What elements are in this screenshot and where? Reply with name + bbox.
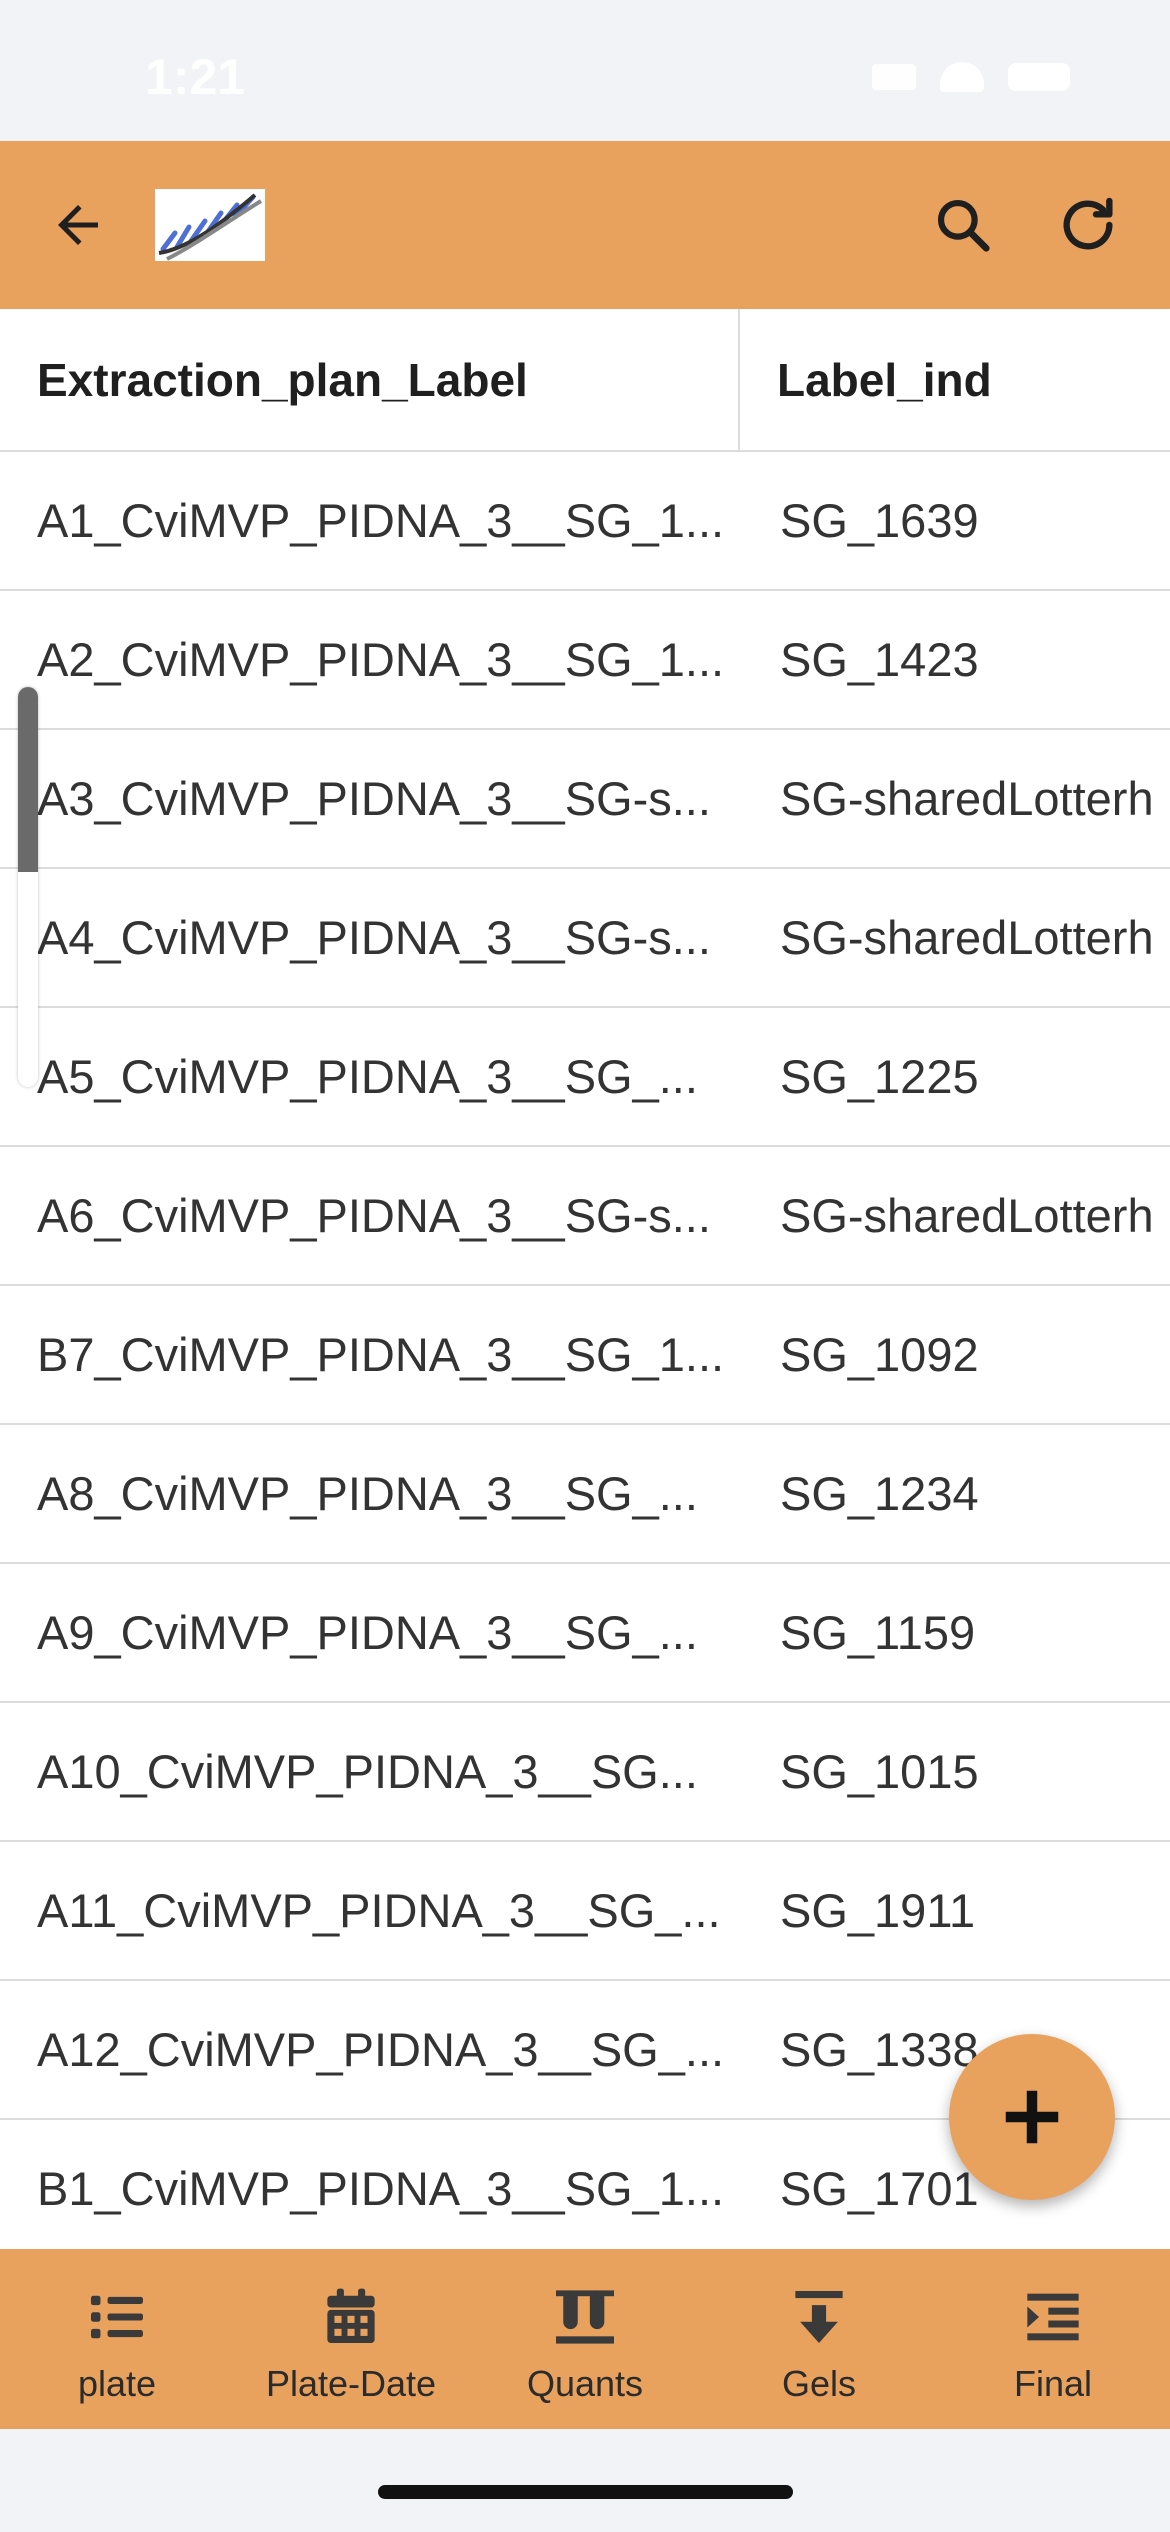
nav-item-plate-date[interactable]: Plate-Date xyxy=(234,2249,468,2429)
cell-label-ind: SG_1234 xyxy=(780,1467,979,1520)
battery-icon xyxy=(1008,63,1070,91)
nav-item-final[interactable]: Final xyxy=(936,2249,1170,2429)
search-icon xyxy=(937,199,990,252)
home-indicator[interactable] xyxy=(378,2485,793,2499)
cell-extraction-plan-label: A1_CviMVP_PIDNA_3__SG_1... xyxy=(37,494,725,547)
nav-item-gels[interactable]: Gels xyxy=(702,2249,936,2429)
table-row[interactable]: A6_CviMVP_PIDNA_3__SG-s... SG-sharedLotte… xyxy=(0,1147,1170,1286)
table-row[interactable]: A5_CviMVP_PIDNA_3__SG_... SG_1225 xyxy=(0,1008,1170,1147)
wifi-icon xyxy=(940,62,984,92)
dna-helix-logo xyxy=(155,189,265,261)
status-time: 1:21 xyxy=(145,49,246,105)
table-row[interactable]: A4_CviMVP_PIDNA_3__SG-s... SG-sharedLotte… xyxy=(0,869,1170,1008)
status-icons xyxy=(872,62,1070,92)
table-row[interactable]: B7_CviMVP_PIDNA_3__SG_1... SG_1092 xyxy=(0,1286,1170,1425)
cell-label-ind: SG_1092 xyxy=(780,1328,979,1381)
table-row[interactable]: A10_CviMVP_PIDNA_3__SG... SG_1015 xyxy=(0,1703,1170,1842)
scrollbar[interactable] xyxy=(18,687,38,1087)
nav-label: Plate-Date xyxy=(265,2363,437,2404)
column-header-extraction-plan-label[interactable]: Extraction_plan_Label xyxy=(37,309,528,452)
cell-extraction-plan-label: A4_CviMVP_PIDNA_3__SG-s... xyxy=(37,911,711,964)
nav-item-plate[interactable]: plate xyxy=(0,2249,234,2429)
cell-label-ind: SG_1225 xyxy=(780,1050,979,1103)
cell-label-ind: SG_1423 xyxy=(780,633,979,686)
cell-extraction-plan-label: A11_CviMVP_PIDNA_3__SG_... xyxy=(37,1884,721,1937)
column-header-label-ind[interactable]: Label_ind xyxy=(777,309,992,452)
cell-label-ind: SG_1639 xyxy=(780,494,979,547)
table-body: A1_CviMVP_PIDNA_3__SG_1... SG_1639 A2_Cvi… xyxy=(0,452,1170,2249)
refresh-button[interactable] xyxy=(1040,177,1136,273)
app-bar xyxy=(0,141,1170,309)
nav-label: Quants xyxy=(526,2363,644,2404)
refresh-icon xyxy=(1063,197,1113,250)
download-icon xyxy=(787,2285,851,2349)
status-bar: 1:21 xyxy=(0,0,1170,141)
cell-extraction-plan-label: A9_CviMVP_PIDNA_3__SG_... xyxy=(37,1606,698,1659)
cell-extraction-plan-label: A6_CviMVP_PIDNA_3__SG-s... xyxy=(37,1189,711,1242)
cell-extraction-plan-label: A5_CviMVP_PIDNA_3__SG_... xyxy=(37,1050,698,1103)
cell-extraction-plan-label: A8_CviMVP_PIDNA_3__SG_... xyxy=(37,1467,698,1520)
column-divider[interactable] xyxy=(738,309,740,452)
nav-label: Gels xyxy=(781,2363,857,2404)
cell-label-ind: SG_1159 xyxy=(780,1606,976,1659)
data-table[interactable]: Extraction_plan_Label Label_ind A1_CviMV… xyxy=(0,309,1170,2249)
bottom-navigation: plate Plate-Date Quants Gels Final xyxy=(0,2249,1170,2429)
cellular-signal-icon xyxy=(872,64,916,90)
cell-extraction-plan-label: A12_CviMVP_PIDNA_3__SG_... xyxy=(37,2023,725,2076)
table-row[interactable]: A11_CviMVP_PIDNA_3__SG_... SG_1911 xyxy=(0,1842,1170,1981)
cell-label-ind: SG-sharedLotterh xyxy=(780,911,1154,964)
table-row[interactable]: A3_CviMVP_PIDNA_3__SG-s... SG-sharedLotte… xyxy=(0,730,1170,869)
test-tubes-icon xyxy=(553,2285,617,2349)
indent-icon xyxy=(1021,2285,1085,2349)
cell-label-ind: SG_1015 xyxy=(780,1745,979,1798)
cell-label-ind: SG_1911 xyxy=(780,1884,976,1937)
nav-item-quants[interactable]: Quants xyxy=(468,2249,702,2429)
cell-extraction-plan-label: B1_CviMVP_PIDNA_3__SG_1... xyxy=(37,2162,725,2215)
scrollbar-thumb[interactable] xyxy=(18,687,38,872)
search-button[interactable] xyxy=(915,177,1011,273)
cell-label-ind: SG-sharedLotterh xyxy=(780,1189,1154,1242)
calendar-icon xyxy=(319,2285,383,2349)
table-row[interactable]: A9_CviMVP_PIDNA_3__SG_... SG_1159 xyxy=(0,1564,1170,1703)
cell-extraction-plan-label: A2_CviMVP_PIDNA_3__SG_1... xyxy=(37,633,725,686)
home-indicator-area xyxy=(0,2429,1170,2532)
cell-label-ind: SG-sharedLotterh xyxy=(780,772,1154,825)
plus-icon xyxy=(1005,2090,1059,2144)
nav-label: plate xyxy=(77,2363,157,2404)
table-row[interactable]: A1_CviMVP_PIDNA_3__SG_1... SG_1639 xyxy=(0,452,1170,591)
list-icon xyxy=(85,2285,149,2349)
table-header: Extraction_plan_Label Label_ind xyxy=(0,309,1170,452)
arrow-left-icon xyxy=(58,205,98,245)
cell-extraction-plan-label: A3_CviMVP_PIDNA_3__SG-s... xyxy=(37,772,711,825)
nav-label: Final xyxy=(1013,2363,1093,2404)
cell-extraction-plan-label: A10_CviMVP_PIDNA_3__SG... xyxy=(37,1745,698,1798)
add-button[interactable] xyxy=(949,2034,1115,2200)
back-button[interactable] xyxy=(30,177,126,273)
cell-extraction-plan-label: B7_CviMVP_PIDNA_3__SG_1... xyxy=(37,1328,725,1381)
table-row[interactable]: A2_CviMVP_PIDNA_3__SG_1... SG_1423 xyxy=(0,591,1170,730)
table-row[interactable]: A8_CviMVP_PIDNA_3__SG_... SG_1234 xyxy=(0,1425,1170,1564)
